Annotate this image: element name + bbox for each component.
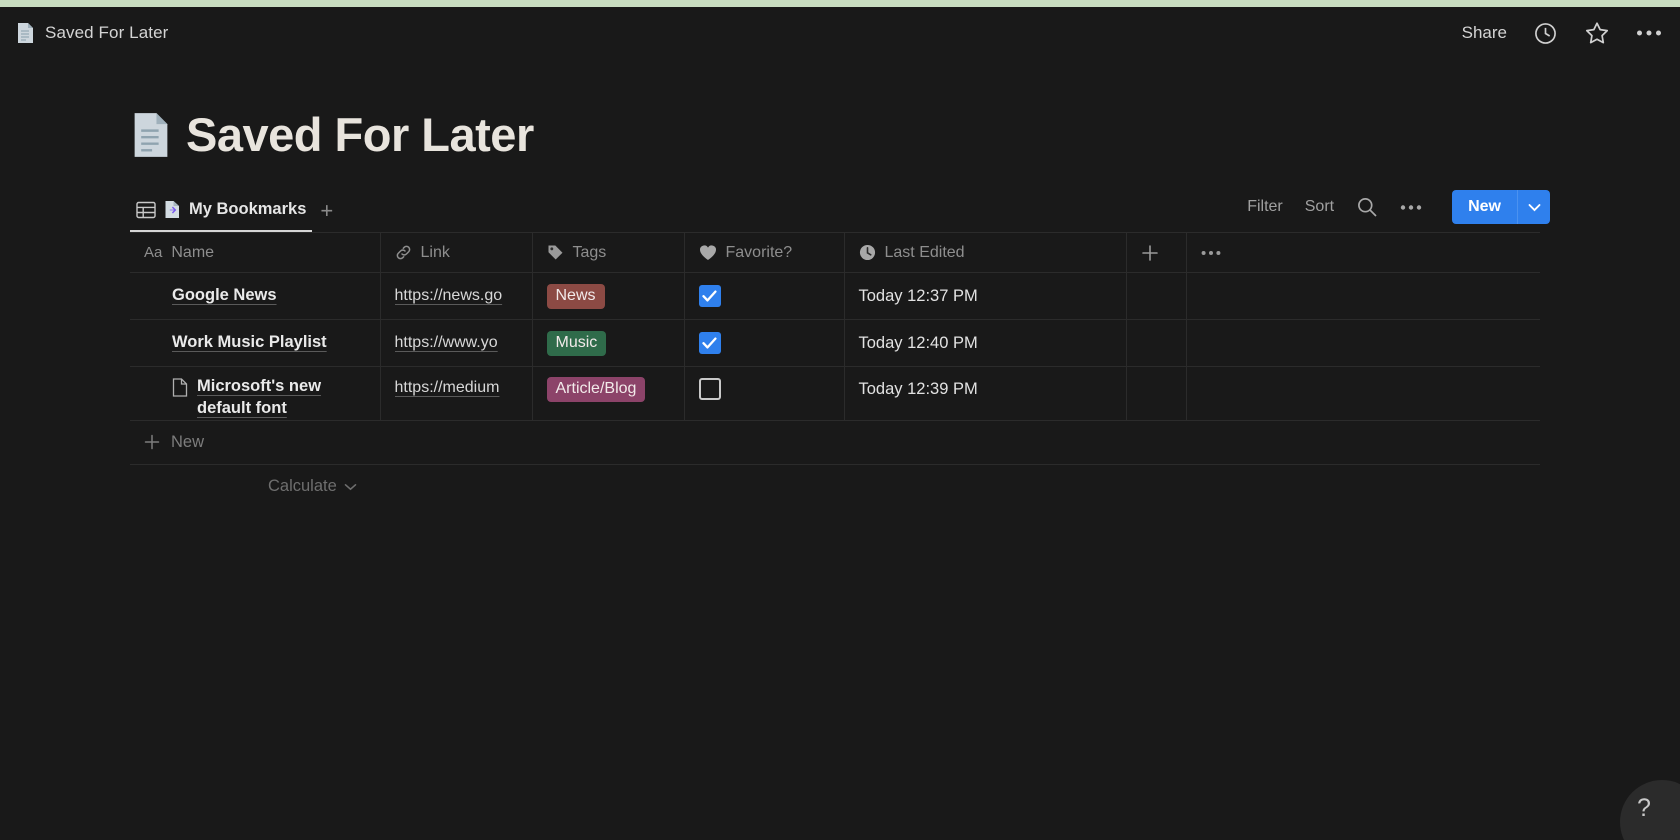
column-header-tags[interactable]: Tags	[532, 232, 685, 273]
column-header-label: Favorite?	[725, 243, 793, 261]
tab-label: My Bookmarks	[189, 200, 307, 218]
add-column-button[interactable]	[1126, 232, 1187, 273]
search-icon[interactable]	[1356, 196, 1378, 218]
sort-button[interactable]: Sort	[1305, 198, 1334, 216]
cell-link[interactable]: https://medium	[380, 366, 533, 421]
cell-name[interactable]: Google News	[130, 272, 381, 320]
cell-spacer	[1126, 272, 1187, 320]
column-header-label: Link	[420, 243, 450, 261]
row-name[interactable]: Google News	[172, 285, 277, 307]
tag-badge[interactable]: Music	[546, 330, 607, 356]
row-link[interactable]: https://medium	[395, 379, 518, 397]
cell-spacer	[1126, 319, 1187, 367]
page-content: Saved For Later My Bookmarks + Filter So…	[0, 59, 1680, 509]
column-header-label: Tags	[572, 243, 607, 261]
tab-my-bookmarks[interactable]: My Bookmarks	[130, 200, 313, 232]
column-header-favorite[interactable]: Favorite?	[684, 232, 845, 273]
view-more-icon[interactable]	[1400, 204, 1422, 211]
breadcrumb[interactable]: Saved For Later	[16, 22, 168, 44]
view-tab-bar: My Bookmarks + Filter Sort New	[0, 188, 1680, 232]
column-header-link[interactable]: Link	[380, 232, 533, 273]
column-header-label: Last Edited	[884, 243, 965, 261]
clock-icon[interactable]	[1533, 21, 1558, 46]
row-name[interactable]: Work Music Playlist	[172, 332, 327, 354]
cell-spacer	[1186, 319, 1540, 367]
table-row[interactable]: Microsoft's new default font https://med…	[130, 366, 1540, 421]
top-bar: Saved For Later Share	[0, 7, 1680, 59]
ellipsis-icon[interactable]	[1636, 29, 1662, 37]
cell-name[interactable]: Microsoft's new default font	[130, 366, 381, 421]
table-header-row: Aa Name Link Tags Favorite? Last Edited	[130, 232, 1540, 273]
aa-text-icon: Aa	[144, 244, 163, 261]
row-link[interactable]: https://www.yo	[395, 334, 518, 352]
page-arrow-icon	[164, 200, 181, 219]
tag-badge[interactable]: Article/Blog	[546, 377, 646, 402]
row-last-edited: Today 12:40 PM	[858, 333, 978, 352]
row-last-edited: Today 12:37 PM	[858, 286, 978, 305]
breadcrumb-title[interactable]: Saved For Later	[45, 23, 168, 43]
filter-button[interactable]: Filter	[1247, 198, 1283, 216]
cell-tags[interactable]: Article/Blog	[532, 366, 685, 421]
help-button[interactable]: ?	[1620, 780, 1680, 840]
star-icon[interactable]	[1584, 20, 1610, 46]
cell-favorite[interactable]	[684, 366, 845, 421]
row-link[interactable]: https://news.go	[395, 287, 518, 305]
new-button-label[interactable]: New	[1452, 190, 1517, 224]
column-header-name[interactable]: Aa Name	[130, 232, 381, 273]
add-row-label: New	[171, 432, 205, 451]
page-header: Saved For Later	[0, 107, 1680, 162]
page-title[interactable]: Saved For Later	[186, 107, 534, 162]
share-button[interactable]: Share	[1462, 23, 1507, 43]
calculate-label: Calculate	[268, 477, 337, 496]
column-header-label: Name	[171, 243, 215, 261]
column-options-button[interactable]	[1186, 232, 1540, 273]
row-name[interactable]: Microsoft's new default font	[197, 376, 366, 420]
plus-icon[interactable]	[1141, 244, 1172, 262]
new-button[interactable]: New	[1452, 190, 1550, 224]
add-row-button[interactable]: New	[130, 421, 1540, 465]
table-row[interactable]: Google News https://news.go News Today 1…	[130, 272, 1540, 320]
plus-icon	[144, 434, 160, 450]
link-icon	[395, 244, 412, 261]
ellipsis-icon[interactable]	[1201, 250, 1527, 256]
help-label: ?	[1637, 794, 1651, 822]
page-icon[interactable]	[130, 111, 172, 159]
checkbox-unchecked[interactable]	[698, 378, 721, 400]
row-last-edited: Today 12:39 PM	[858, 380, 978, 398]
document-icon	[16, 22, 35, 44]
checkbox-checked[interactable]	[698, 332, 721, 354]
table-body: Google News https://news.go News Today 1…	[130, 272, 1540, 421]
tag-badge[interactable]: News	[546, 283, 605, 309]
tag-icon	[547, 244, 564, 261]
cell-tags[interactable]: Music	[532, 319, 685, 367]
calculate-button[interactable]: Calculate	[130, 465, 1540, 509]
table-row[interactable]: Work Music Playlist https://www.yo Music	[130, 319, 1540, 367]
cell-favorite[interactable]	[684, 272, 845, 320]
cell-last-edited: Today 12:39 PM	[844, 366, 1127, 421]
cell-spacer	[1186, 272, 1540, 320]
top-accent-strip	[0, 0, 1680, 7]
chevron-down-icon[interactable]	[1517, 190, 1550, 224]
cell-favorite[interactable]	[684, 319, 845, 367]
database-table: Aa Name Link Tags Favorite? Last Edited …	[0, 232, 1680, 421]
cell-link[interactable]: https://www.yo	[380, 319, 533, 367]
cell-tags[interactable]: News	[532, 272, 685, 320]
cell-spacer	[1126, 366, 1187, 421]
table-grid-icon	[136, 201, 156, 219]
top-bar-actions: Share	[1462, 20, 1662, 46]
cell-last-edited: Today 12:37 PM	[844, 272, 1127, 320]
clock-icon	[859, 244, 876, 261]
document-icon	[172, 378, 188, 397]
add-view-button[interactable]: +	[320, 200, 333, 232]
cell-spacer	[1186, 366, 1540, 421]
cell-name[interactable]: Work Music Playlist	[130, 319, 381, 367]
cell-last-edited: Today 12:40 PM	[844, 319, 1127, 367]
cell-link[interactable]: https://news.go	[380, 272, 533, 320]
column-header-last-edited[interactable]: Last Edited	[844, 232, 1127, 273]
chevron-down-icon	[344, 483, 357, 491]
checkbox-checked[interactable]	[698, 285, 721, 307]
heart-icon	[699, 244, 717, 261]
view-toolbar: Filter Sort New	[1247, 190, 1550, 232]
